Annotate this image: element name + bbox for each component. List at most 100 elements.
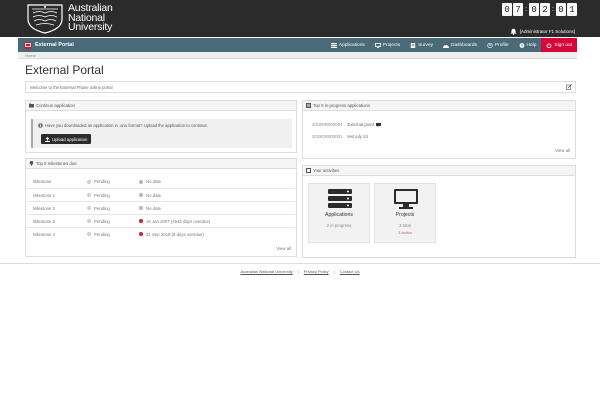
anu-logo[interactable]: Australian National University <box>25 3 113 34</box>
overdue-dot <box>139 219 143 223</box>
survey-icon <box>410 42 416 48</box>
brand-link[interactable]: External Portal <box>24 41 74 49</box>
logo-line-3: University <box>68 21 113 33</box>
status-dot <box>87 179 91 184</box>
status-dot <box>87 206 91 210</box>
clock-digit: 0 <box>529 3 540 16</box>
your-activities-panel: Your activities Applications 2 in progre… <box>302 165 576 258</box>
logo-text: Australian National University <box>68 3 113 33</box>
applications-view-all-link[interactable]: View all <box>555 148 570 153</box>
status-dot <box>87 193 91 197</box>
clock-digit: 0 <box>502 3 513 16</box>
nav-dashboards[interactable]: Dashboards <box>438 38 482 52</box>
milestone-row[interactable]: Milestone 3 Pending 16 Jan 2007 (4642 da… <box>27 214 295 227</box>
info-icon <box>38 123 43 128</box>
breadcrumb-home[interactable]: Home <box>25 53 36 58</box>
milestone-status-label: Pending <box>94 218 110 224</box>
sign-out-label: Sign out <box>554 42 572 48</box>
folder-icon <box>29 103 34 108</box>
activities-title: Your activities <box>313 168 340 173</box>
date-dot <box>139 206 143 210</box>
date-dot <box>139 179 143 184</box>
upload-info-text: Have you downloaded an application in .a… <box>45 123 208 128</box>
welcome-box: Welcome to the External Phase online por… <box>25 81 576 93</box>
milestone-date-label: No date <box>146 192 162 198</box>
user-info[interactable]: [Administrator F1 Solutions] <box>510 28 575 35</box>
upload-info-box: Have you downloaded an application in .a… <box>31 119 292 148</box>
milestone-row[interactable]: Milestone 1 Pending No date <box>27 188 295 201</box>
milestones-view-all-link[interactable]: View all <box>276 246 291 251</box>
clock-digit: 2 <box>540 3 551 16</box>
tile-title: Applications <box>325 212 353 218</box>
activity-icon <box>306 168 311 173</box>
clock-digit: 7 <box>513 3 524 16</box>
milestone-name: Milestone <box>33 179 52 184</box>
nav-help[interactable]: Help <box>514 38 542 52</box>
projects-tile[interactable]: Projects 3 total 3 active <box>374 183 436 243</box>
upload-icon <box>45 136 50 142</box>
milestone-date-label: No date <box>146 179 162 184</box>
applications-tile[interactable]: Applications 2 in progress <box>308 183 370 243</box>
milestones-panel: Top 5 milestones due Milestone Pending N… <box>25 158 297 257</box>
server-stack-icon <box>328 189 352 208</box>
upload-application-button[interactable]: Upload application <box>41 134 92 144</box>
status-dot <box>87 232 91 236</box>
bell-icon[interactable] <box>510 28 517 35</box>
power-icon <box>547 42 552 48</box>
list-icon <box>306 103 311 108</box>
footer-link-contact[interactable]: Contact Us <box>340 269 360 274</box>
profile-icon <box>487 42 493 48</box>
sign-out-button[interactable]: Sign out <box>541 38 577 52</box>
milestone-status: Pending <box>87 232 110 237</box>
clock-colon: : <box>525 6 528 13</box>
user-name[interactable]: [Administrator F1 Solutions] <box>520 29 575 34</box>
milestone-row[interactable]: Milestone 2 Pending No date <box>27 201 295 214</box>
continue-title: Continue application <box>36 103 75 108</box>
nav-applications[interactable]: Applications <box>326 38 370 52</box>
comment-icon[interactable] <box>376 122 382 127</box>
nav-survey[interactable]: Survey <box>405 38 438 52</box>
milestone-row[interactable]: Milestone 4 Pending 21 Sep 2019 (5 days … <box>27 227 295 240</box>
panel-heading: Top 5 in-progress applications <box>303 101 575 111</box>
footer-divider <box>0 263 600 264</box>
milestone-status-label: Pending <box>94 231 110 237</box>
milestone-date: 21 Sep 2019 (5 days overdue) <box>139 232 204 237</box>
milestone-date-label: No date <box>146 205 162 211</box>
nav-profile-label: Profile <box>494 42 509 48</box>
milestone-status-label: Pending <box>94 179 110 184</box>
application-row[interactable]: 2019GR000004 External grant <box>312 122 382 127</box>
in-progress-applications-panel: Top 5 in-progress applications 2019GR000… <box>302 100 576 159</box>
application-id[interactable]: 2019GR000001 <box>312 134 342 139</box>
applications-title: Top 5 in-progress applications <box>313 103 371 108</box>
footer-separator: | <box>333 269 335 274</box>
monitor-icon <box>394 189 418 209</box>
milestone-date-label: 21 Sep 2019 (5 days overdue) <box>146 231 204 237</box>
milestone-row[interactable]: Milestone Pending No date <box>27 175 295 188</box>
dashboards-icon <box>443 44 450 48</box>
footer-link-privacy[interactable]: Privacy Policy <box>304 269 329 274</box>
footer-link-anu[interactable]: Australian National University <box>240 269 292 274</box>
application-id[interactable]: 2019GR000004 <box>312 122 342 127</box>
upload-info: Have you downloaded an application in .a… <box>38 123 208 128</box>
projects-icon <box>374 42 381 48</box>
nav-projects-label: Projects <box>382 42 401 48</box>
map-marker-icon <box>29 161 34 166</box>
top-banner: Australian National University 0 7 : 0 2… <box>0 0 600 37</box>
nav-projects[interactable]: Projects <box>370 38 405 52</box>
status-dot <box>87 219 91 223</box>
panel-heading: Top 5 milestones due <box>26 159 296 169</box>
brand-icon <box>24 41 32 49</box>
page-title: External Portal <box>25 63 104 77</box>
breadcrumb-bar <box>18 52 577 59</box>
application-title: External grant <box>347 122 375 127</box>
tile-subtitle: 2 in progress <box>326 223 352 228</box>
application-row[interactable]: 2019GR000001 test july 24 <box>312 134 368 139</box>
edit-icon[interactable] <box>566 84 572 90</box>
nav-profile[interactable]: Profile <box>482 38 514 52</box>
footer-separator: | <box>297 269 299 274</box>
milestone-status: Pending <box>87 206 110 211</box>
nav-links: Applications Projects Survey Dashboards … <box>326 38 577 52</box>
date-dot <box>139 193 143 197</box>
tile-subtitle: 3 total <box>399 223 411 228</box>
overdue-dot <box>139 232 143 236</box>
